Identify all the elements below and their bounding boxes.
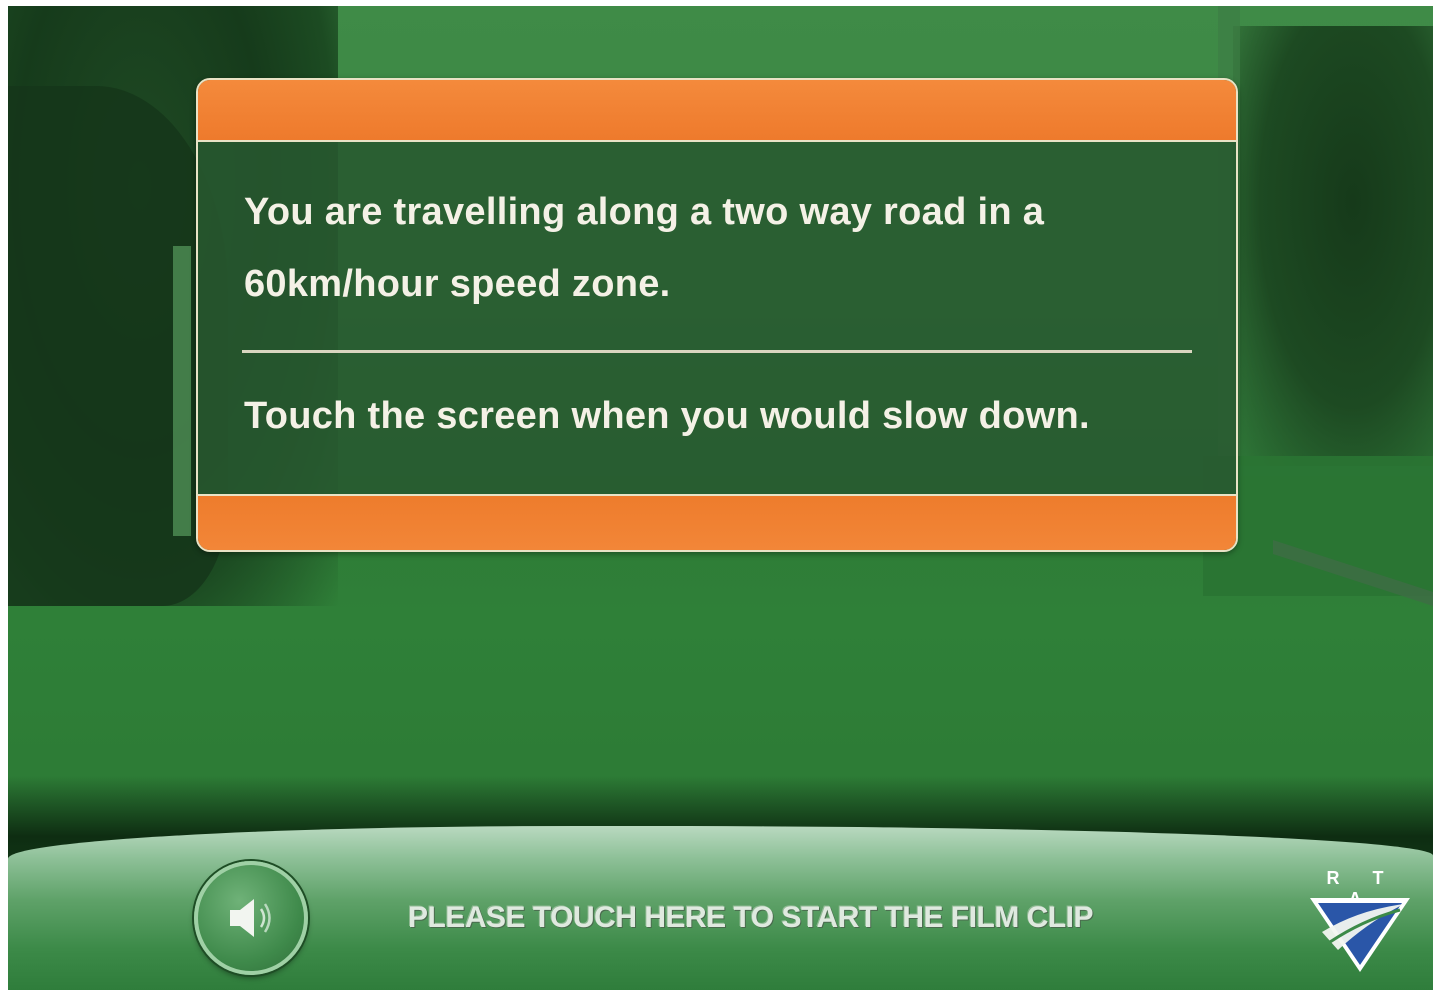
scene-trees-right (1233, 26, 1433, 466)
scene-trees-left-dark (8, 86, 228, 606)
panel-orange-band-bottom (198, 494, 1236, 550)
rta-logo-emblem (1310, 898, 1410, 972)
panel-divider (242, 350, 1192, 353)
rta-logo: R T A (1304, 868, 1414, 978)
hazard-perception-screen[interactable]: You are travelling along a two way road … (8, 6, 1433, 990)
instruction-text: You are travelling along a two way road … (244, 191, 1045, 305)
instruction-panel: You are travelling along a two way road … (196, 78, 1238, 552)
speaker-icon (230, 899, 271, 937)
sound-button[interactable] (194, 861, 308, 975)
start-film-clip-button[interactable]: PLEASE TOUCH HERE TO START THE FILM CLIP (408, 901, 1208, 945)
panel-orange-band-top (198, 80, 1236, 142)
action-text: Touch the screen when you would slow dow… (244, 395, 1090, 437)
scene-pole-left (173, 246, 191, 536)
